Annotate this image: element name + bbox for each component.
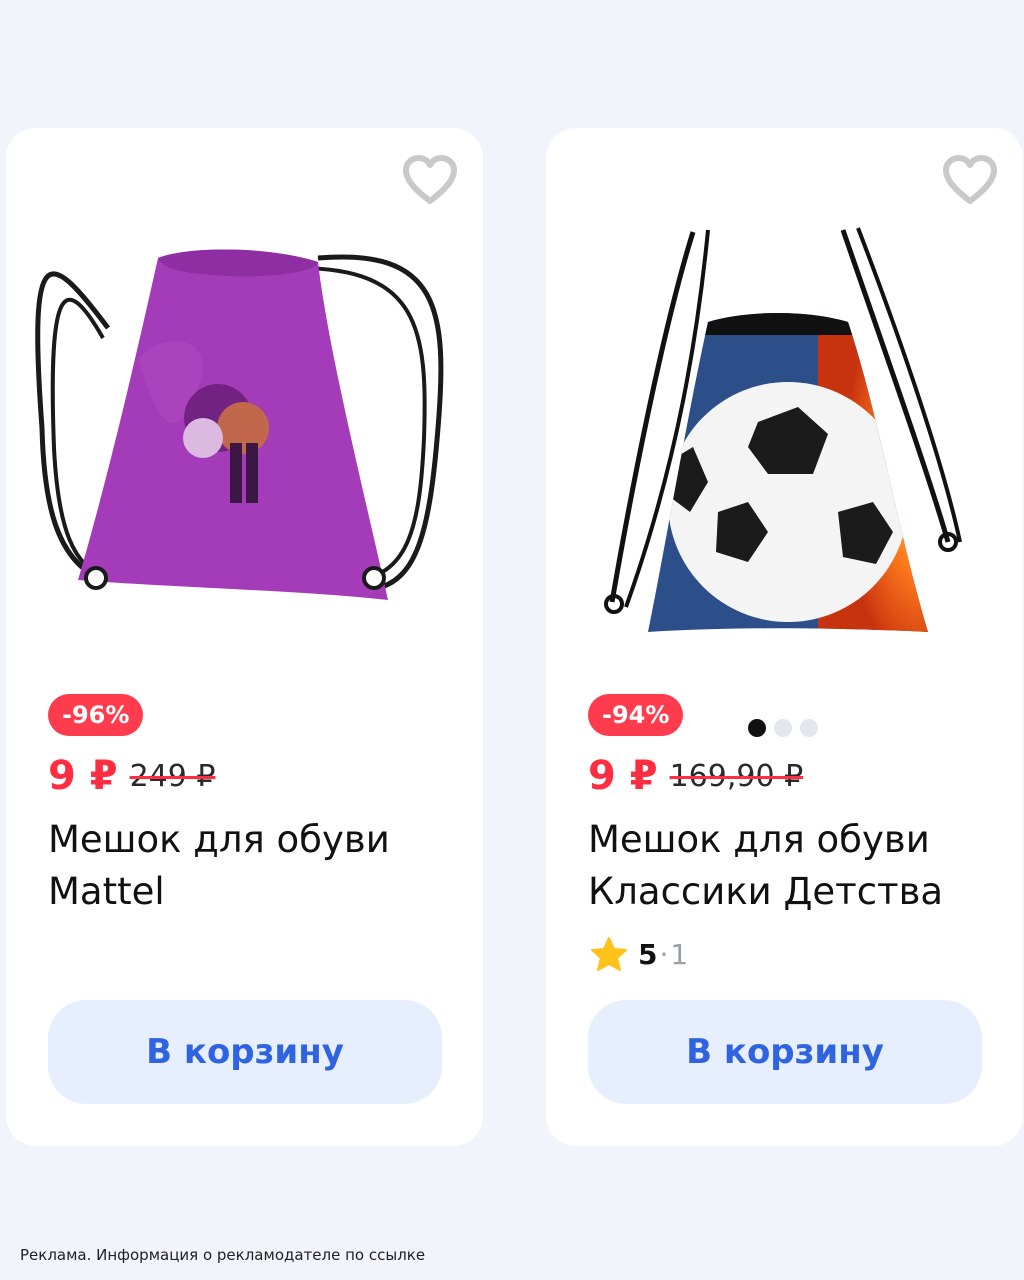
old-price: 249 ₽ xyxy=(129,758,216,794)
carousel-dot[interactable] xyxy=(774,719,792,737)
favorite-button[interactable] xyxy=(400,150,460,210)
product-image[interactable] xyxy=(598,212,966,640)
product-title-line: Мешок для обуви xyxy=(48,818,390,861)
discount-badge: -94% xyxy=(588,694,684,736)
add-to-cart-button[interactable]: В корзину xyxy=(588,1000,982,1104)
price-row: 9 ₽ 249 ₽ xyxy=(48,748,215,804)
product-title-line: Классики Детства xyxy=(588,870,944,913)
discount-badge: -96% xyxy=(48,694,144,736)
heart-outline-icon xyxy=(403,155,457,204)
price-row: 9 ₽ 169,90 ₽ xyxy=(588,748,803,804)
product-title[interactable]: Мешок для обуви Mattel xyxy=(48,814,468,918)
product-title[interactable]: Мешок для обуви Классики Детства xyxy=(588,814,1008,918)
old-price: 169,90 ₽ xyxy=(669,758,804,794)
current-price: 9 ₽ xyxy=(588,753,658,799)
rating-value: 5 xyxy=(638,937,658,971)
add-to-cart-button[interactable]: В корзину xyxy=(48,1000,442,1104)
rating-separator: · xyxy=(659,937,669,971)
favorite-button[interactable] xyxy=(940,150,1000,210)
product-title-line: Мешок для обуви xyxy=(588,818,930,861)
carousel-dot[interactable] xyxy=(800,719,818,737)
review-count: 1 xyxy=(670,937,689,971)
carousel-dot[interactable] xyxy=(748,719,766,737)
advertising-disclaimer[interactable]: Реклама. Информация о рекламодателе по с… xyxy=(20,1246,425,1264)
current-price: 9 ₽ xyxy=(48,753,118,799)
product-title-line: Mattel xyxy=(48,870,165,913)
heart-outline-icon xyxy=(943,155,997,204)
star-icon xyxy=(591,937,627,971)
product-rating[interactable]: 5 · 1 xyxy=(590,936,688,972)
product-image[interactable] xyxy=(18,228,466,608)
image-carousel-dots[interactable] xyxy=(748,719,818,737)
